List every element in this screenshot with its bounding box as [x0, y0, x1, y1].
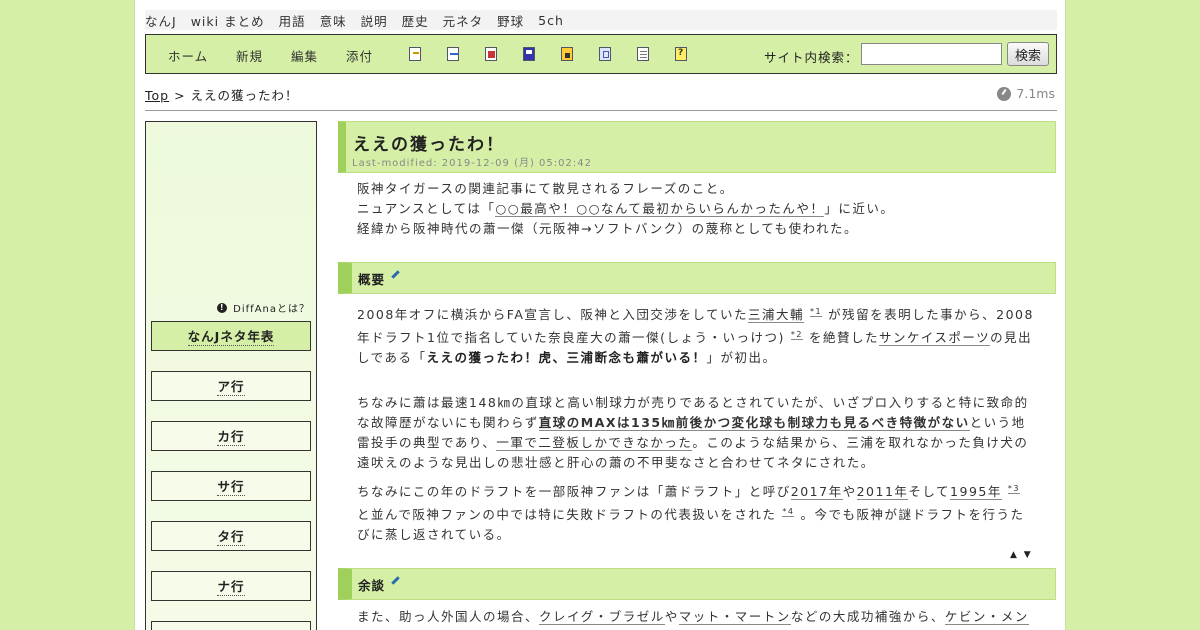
sidebar-item-ta-gyo[interactable]: タ行 — [151, 521, 311, 551]
sidebar-item-next[interactable] — [151, 621, 311, 630]
sidebar-item-label: ア行 — [217, 376, 245, 396]
attach-link[interactable]: 添付 — [346, 46, 373, 65]
title-box: ええの獲ったわ！ Last-modified: 2019-12-09 (月) 0… — [338, 121, 1056, 173]
save-icon[interactable] — [523, 47, 535, 61]
sidebar-item-na-gyo[interactable]: ナ行 — [151, 571, 311, 601]
nav-nanj[interactable]: なんJ — [145, 11, 177, 30]
section-heading-digression: 余談 — [338, 568, 1056, 600]
overview-paragraph-3: ちなみにこの年のドラフトを一部阪神ファンは「蕭ドラフト」と呼び2017年や201… — [357, 484, 1025, 543]
breadcrumb-current: ええの獲ったわ！ — [190, 88, 299, 103]
footnote-3-link[interactable]: *3 — [1007, 484, 1020, 494]
search-input[interactable] — [861, 43, 1002, 65]
home-link[interactable]: ホーム — [168, 46, 208, 65]
two-games-link[interactable]: 一軍で二登板しかできなかった — [496, 435, 693, 451]
list-icon[interactable] — [637, 47, 649, 61]
section-title: 余談 — [358, 577, 386, 593]
copy-icon[interactable] — [599, 47, 611, 61]
sidebar-item-label: なんJネタ年表 — [187, 326, 275, 346]
nav-wiki-matome[interactable]: wiki まとめ — [191, 11, 265, 30]
help-icon[interactable]: ? — [675, 47, 687, 61]
sidebar-item-label: サ行 — [217, 476, 245, 496]
render-time: 7.1ms — [997, 86, 1055, 101]
search-label: サイト内検索： — [764, 50, 859, 65]
sidebar-item-sa-gyo[interactable]: サ行 — [151, 471, 311, 501]
nav-yougo[interactable]: 用語 — [279, 11, 306, 30]
edit-link[interactable]: 編集 — [291, 46, 318, 65]
jump-arrows[interactable]: ▲ ▼ — [1010, 550, 1033, 560]
edit-page-icon[interactable] — [447, 47, 459, 61]
draft-2011-link[interactable]: 2011年 — [856, 484, 909, 501]
edit-pencil-icon[interactable] — [391, 575, 400, 585]
page: なんJ wiki まとめ 用語 意味 説明 歴史 元ネタ 野球 5ch ホーム … — [134, 0, 1066, 630]
speedometer-icon — [997, 86, 1012, 101]
breadcrumb-separator: > — [174, 88, 186, 103]
stats-emphasis: 直球のMAXは135㎞前後かつ変化球も制球力も見るべき特徴がない — [538, 415, 970, 431]
breadcrumb-top-link[interactable]: Top — [145, 88, 169, 103]
murton-link[interactable]: マット・マートン — [678, 609, 791, 625]
diff-icon[interactable] — [485, 47, 497, 61]
nav-5ch[interactable]: 5ch — [538, 13, 564, 28]
nav-imi[interactable]: 意味 — [320, 11, 347, 30]
intro-line-3: 経緯から阪神時代の蕭一傑（元阪神→ソフトバンク）の蔑称としても使われた。 — [357, 221, 858, 236]
nav-yakyu[interactable]: 野球 — [497, 11, 524, 30]
footnote-1-link[interactable]: *1 — [810, 307, 823, 317]
diffana-link[interactable]: ! DiffAnaとは？ — [217, 300, 310, 315]
edit-pencil-icon[interactable] — [391, 269, 400, 279]
diffana-label: DiffAnaとは？ — [233, 304, 310, 315]
section-title: 概要 — [358, 271, 386, 287]
nav-rekishi[interactable]: 歴史 — [402, 11, 429, 30]
last-modified: Last-modified: 2019-12-09 (月) 05:02:42 — [352, 158, 592, 169]
page-title: ええの獲ったわ！ — [353, 135, 505, 155]
section-heading-overview: 概要 — [338, 262, 1056, 294]
headline-quote: ええの獲ったわ！虎、三浦断念も蕭がいる！ — [426, 350, 707, 366]
lock-icon[interactable] — [561, 47, 573, 61]
top-nav: なんJ wiki まとめ 用語 意味 説明 歴史 元ネタ 野球 5ch — [145, 10, 1057, 30]
sidebar: ! DiffAnaとは？ なんJネタ年表 ア行 カ行 サ行 タ行 ナ行 — [145, 121, 317, 630]
draft-1995-link[interactable]: 1995年 — [950, 484, 1002, 501]
breadcrumb: Top > ええの獲ったわ！ — [145, 85, 299, 104]
sidebar-item-label: ナ行 — [217, 576, 245, 596]
intro-line-2: ニュアンスとしては「○○最高や！○○なんて最初からいらんかったんや！」に近い。 — [357, 201, 895, 217]
intro-line-1: 阪神タイガースの関連記事にて散見されるフレーズのこと。 — [357, 181, 734, 196]
new-link[interactable]: 新規 — [236, 46, 263, 65]
sidebar-item-label: カ行 — [217, 426, 245, 446]
info-icon: ! — [217, 302, 228, 313]
sidebar-item-label: タ行 — [217, 526, 245, 546]
footnote-4-link[interactable]: *4 — [782, 507, 795, 518]
sankei-sports-link[interactable]: サンケイスポーツ — [878, 330, 991, 347]
new-page-icon[interactable] — [409, 47, 421, 61]
overview-paragraph-1: 2008年オフに横浜からFA宣言し、阪神と入団交渉をしていた三浦大輔 *1 が残留を… — [357, 307, 1034, 366]
divider — [145, 110, 1057, 111]
search-button[interactable]: 検索 — [1007, 42, 1049, 66]
nuance-link[interactable]: ○○最高や！○○なんて最初からいらんかったんや！ — [495, 201, 825, 217]
nav-moto-neta[interactable]: 元ネタ — [443, 11, 484, 30]
intro-paragraph: 阪神タイガースの関連記事にて散見されるフレーズのこと。 ニュアンスとしては「○○… — [357, 179, 1037, 239]
miura-link[interactable]: 三浦大輔 — [748, 307, 805, 324]
nav-setsumei[interactable]: 説明 — [361, 11, 388, 30]
brazell-link[interactable]: クレイグ・ブラゼル — [539, 609, 665, 625]
footnote-2-link[interactable]: *2 — [790, 330, 803, 341]
render-time-value: 7.1ms — [1016, 86, 1055, 101]
overview-paragraph-2: ちなみに蕭は最速148㎞の直球と高い制球力が売りであるとされていたが、いざプロ入… — [357, 395, 1029, 470]
draft-2017-link[interactable]: 2017年 — [790, 484, 843, 501]
digression-paragraph-1: また、助っ人外国人の場合、クレイグ・ブラゼルやマット・マートンなどの大成功補強か… — [357, 607, 1037, 630]
sidebar-item-ka-gyo[interactable]: カ行 — [151, 421, 311, 451]
toolbar: ホーム 新規 編集 添付 ? サイト内検索： 検索 — [145, 34, 1057, 74]
sidebar-item-nenpyo[interactable]: なんJネタ年表 — [151, 321, 311, 351]
sidebar-item-a-gyo[interactable]: ア行 — [151, 371, 311, 401]
